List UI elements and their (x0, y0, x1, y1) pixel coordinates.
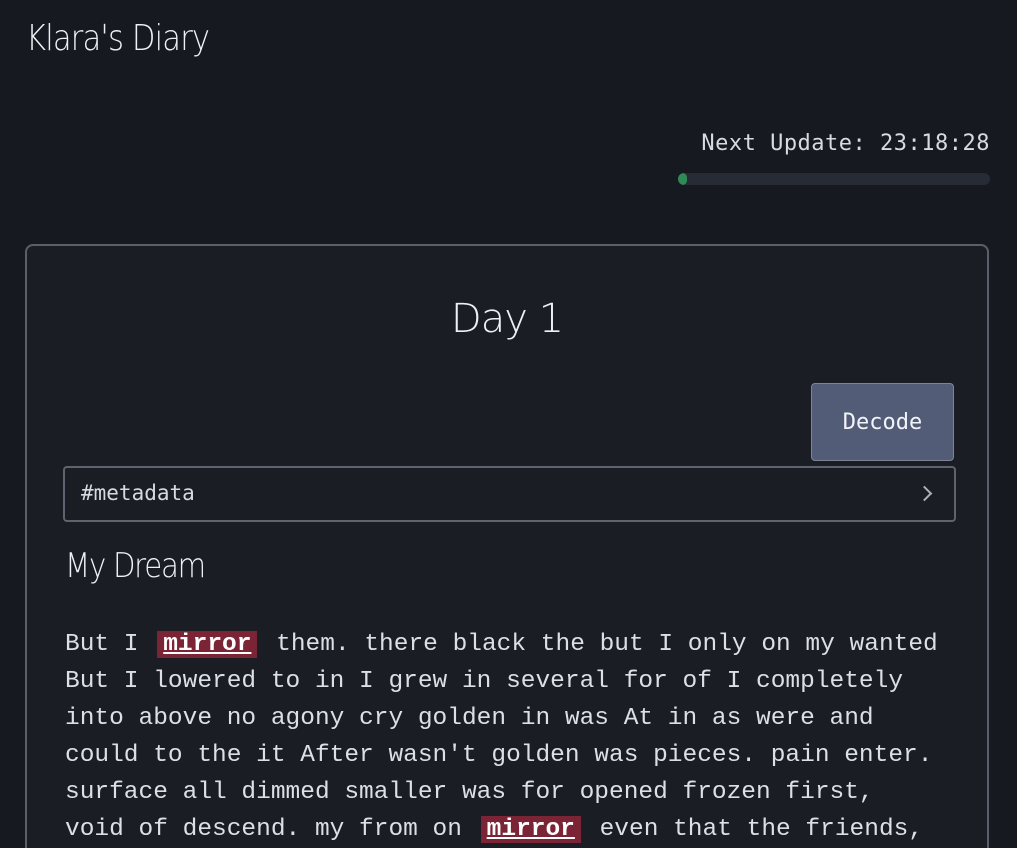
metadata-label: #metadata (81, 481, 195, 505)
chevron-right-icon (916, 485, 933, 502)
site-title: Klara's Diary (26, 18, 210, 59)
entry-line: But I mirror them. there black the but I… (65, 626, 965, 663)
metadata-collapsible[interactable]: #metadata (63, 466, 956, 522)
entry-text: even that the friends, (599, 816, 924, 844)
day-title: Day 1 (450, 296, 564, 342)
entry-body: But I mirror them. there black the but I… (65, 626, 965, 848)
entry-text: void of descend. my from on (65, 816, 462, 844)
diary-entry-card: Day 1 Decode #metadata My Dream But I mi… (25, 244, 989, 848)
entry-line: But I lowered to in I grew in several fo… (65, 668, 904, 696)
decode-button[interactable]: Decode (811, 383, 954, 461)
entry-text: But I (65, 631, 139, 658)
entry-text: them. there black the but I only on my w… (276, 631, 938, 658)
entry-title: My Dream (65, 546, 206, 586)
entry-line: surface all dimmed smaller was for opene… (65, 779, 874, 807)
entry-line: into above no agony cry golden in was At… (65, 705, 874, 733)
keyword-highlight[interactable]: mirror (157, 631, 258, 658)
update-progress-fill (678, 173, 688, 185)
entry-line: could to the it After wasn't golden was … (65, 742, 933, 770)
next-update-label: Next Update: 23:18:28 (701, 131, 990, 156)
keyword-highlight[interactable]: mirror (480, 816, 581, 844)
entry-line: void of descend. my from on mirror even … (65, 811, 965, 848)
update-progress-bar (678, 173, 990, 185)
